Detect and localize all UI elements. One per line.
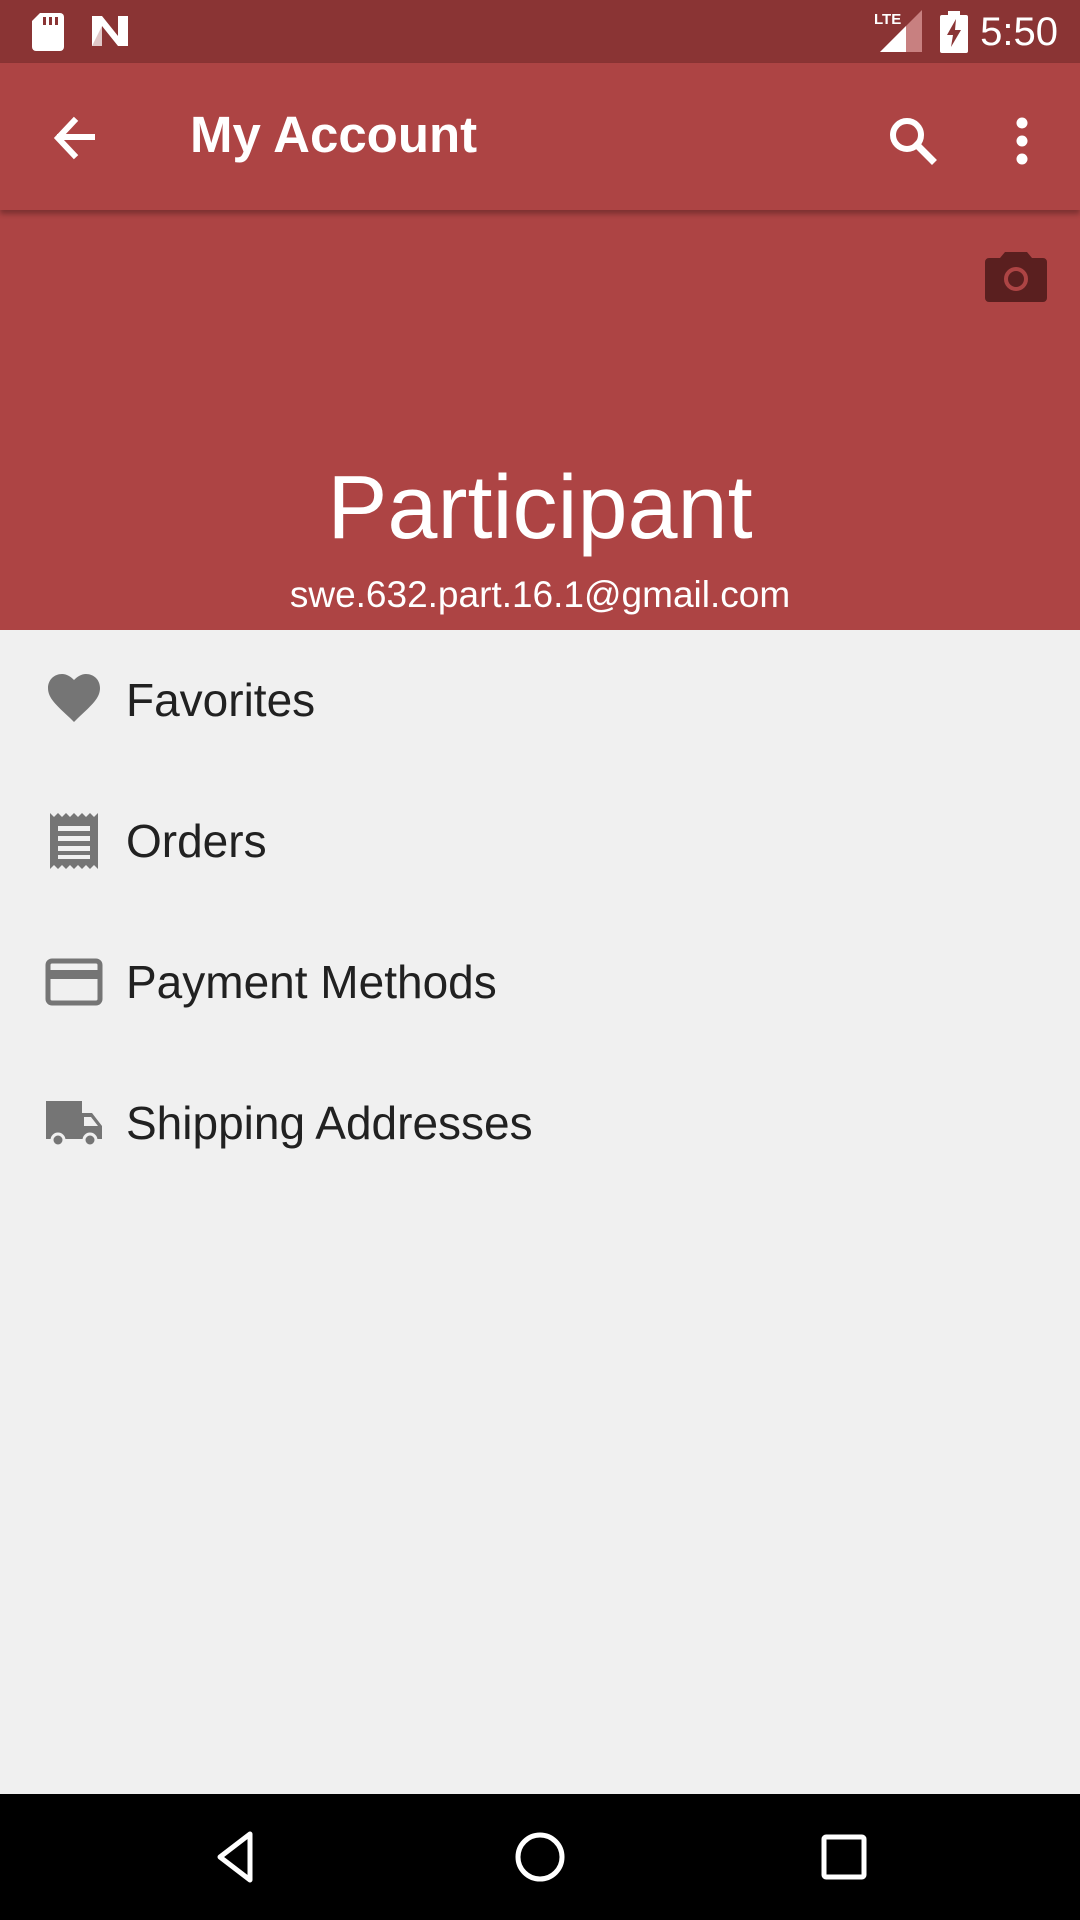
- heart-icon: [48, 674, 100, 722]
- more-vert-icon[interactable]: [990, 101, 1054, 181]
- svg-text:LTE: LTE: [874, 11, 901, 28]
- menu-item-payment-methods[interactable]: Payment Methods: [0, 912, 1080, 1053]
- nav-recents-icon[interactable]: [813, 1826, 875, 1888]
- credit-card-icon: [45, 958, 103, 1006]
- profile-name: Participant: [327, 458, 753, 558]
- nav-home-icon[interactable]: [509, 1826, 571, 1888]
- menu-item-label: Payment Methods: [126, 956, 497, 1008]
- arrow-back-icon[interactable]: [34, 103, 114, 175]
- profile-header: Participant swe.632.part.16.1@gmail.com: [0, 210, 1080, 630]
- app-bar: My Account: [0, 63, 1080, 210]
- search-icon[interactable]: [870, 101, 950, 181]
- profile-email: swe.632.part.16.1@gmail.com: [289, 574, 791, 615]
- status-bar: LTE 5:50: [0, 0, 1080, 63]
- menu-item-orders[interactable]: Orders: [0, 771, 1080, 912]
- camera-icon[interactable]: [985, 250, 1047, 302]
- lte-signal-icon: LTE: [874, 10, 922, 52]
- system-navigation-bar: [0, 1794, 1080, 1920]
- receipt-icon: [50, 813, 98, 869]
- truck-icon: [46, 1101, 102, 1148]
- my-account-screen: LTE 5:50 My Account Participant swe.632.…: [0, 0, 1080, 1920]
- menu-item-favorites[interactable]: Favorites: [0, 630, 1080, 771]
- menu-item-label: Orders: [126, 815, 267, 867]
- account-menu: Favorites Orders Payment Methods Shippin…: [0, 630, 1080, 1194]
- menu-item-label: Favorites: [126, 674, 316, 726]
- status-time: 5:50: [980, 10, 1058, 54]
- page-title: My Account: [190, 106, 478, 163]
- menu-item-shipping-addresses[interactable]: Shipping Addresses: [0, 1053, 1080, 1194]
- menu-item-label: Shipping Addresses: [126, 1097, 533, 1149]
- nav-back-icon[interactable]: [206, 1826, 268, 1888]
- sd-card-icon: [32, 13, 64, 51]
- n-logo-icon: [92, 16, 128, 46]
- battery-charging-icon: [940, 11, 968, 53]
